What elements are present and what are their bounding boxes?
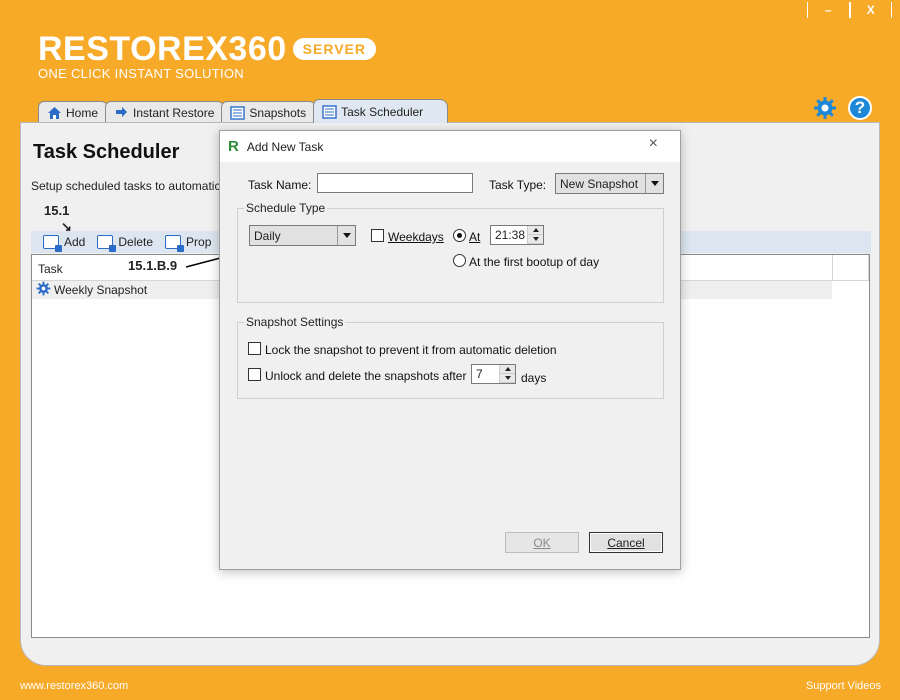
first-bootup-radio[interactable] [453, 254, 466, 267]
tab-snapshots[interactable]: Snapshots [221, 101, 318, 123]
add-new-task-dialog: R Add New Task × Task Name: Task Type: N… [219, 130, 681, 570]
settings-gear-icon[interactable] [813, 96, 837, 120]
delete-task-icon [97, 235, 117, 252]
window-controls: – X [807, 2, 892, 18]
weekdays-checkbox[interactable] [371, 229, 384, 242]
chevron-down-icon [645, 174, 663, 193]
app-r-logo-icon: R [228, 138, 239, 155]
first-bootup-label: At the first bootup of day [469, 255, 600, 269]
app-window: – X RESTOREX360 SERVER ONE CLICK INSTANT… [0, 0, 900, 700]
page-description: Setup scheduled tasks to automatically [31, 179, 239, 193]
lock-snapshot-label: Lock the snapshot to prevent it from aut… [265, 343, 557, 357]
logo-badge: SERVER [292, 38, 376, 60]
footer-website: www.restorex360.com [20, 680, 129, 692]
instant-restore-icon [114, 106, 129, 120]
spin-down-icon[interactable] [528, 235, 543, 244]
add-task-icon [43, 235, 62, 252]
home-icon [47, 106, 62, 120]
snapshot-settings-title: Snapshot Settings [244, 315, 346, 329]
tab-task-scheduler[interactable]: Task Scheduler [313, 99, 449, 123]
schedule-type-group: Schedule Type Daily Weekdays At 21:38 At… [237, 201, 664, 303]
task-type-select[interactable]: New Snapshot [555, 173, 664, 194]
add-label: Add [64, 235, 86, 249]
chevron-down-icon [337, 226, 355, 245]
unlock-delete-label: Unlock and delete the snapshots after [265, 369, 467, 383]
tab-label: Home [66, 105, 99, 120]
cancel-button[interactable]: Cancel [589, 532, 663, 553]
delete-label: Delete [118, 235, 154, 249]
days-value: 7 [476, 367, 483, 381]
app-logo: RESTOREX360 SERVER ONE CLICK INSTANT SOL… [38, 32, 376, 81]
at-radio[interactable] [453, 229, 466, 242]
at-label: At [469, 230, 481, 244]
task-type-value: New Snapshot [560, 176, 639, 191]
properties-icon [165, 235, 185, 252]
annotation-add-label: 15.1 [44, 203, 70, 218]
spin-up-icon[interactable] [500, 365, 515, 374]
delete-button[interactable]: Delete [97, 235, 154, 252]
column-header-extra[interactable] [833, 255, 869, 280]
logo-text: RESTOREX360 [38, 30, 287, 68]
gear-icon [36, 281, 51, 299]
main-tabs: Home Instant Restore Snapshots Task Sche… [38, 99, 449, 123]
at-time-spinner[interactable]: 21:38 [490, 225, 544, 245]
dialog-titlebar: R Add New Task [220, 131, 680, 162]
snapshots-icon [230, 105, 246, 120]
task-type-label: Task Type: [489, 178, 547, 192]
spin-down-icon[interactable] [500, 374, 515, 383]
tab-instant-restore[interactable]: Instant Restore [105, 101, 226, 123]
support-videos-link[interactable]: Support Videos [806, 680, 881, 692]
properties-button[interactable]: Prop [165, 235, 212, 252]
days-spinner[interactable]: 7 [471, 364, 516, 384]
logo-tagline: ONE CLICK INSTANT SOLUTION [38, 66, 244, 81]
properties-label: Prop [186, 235, 212, 249]
task-name-input[interactable] [317, 173, 473, 193]
schedule-frequency-select[interactable]: Daily [249, 225, 356, 246]
at-time-value: 21:38 [495, 228, 526, 242]
schedule-frequency-value: Daily [254, 228, 281, 243]
dialog-title: Add New Task [246, 139, 324, 154]
add-button[interactable]: Add [43, 235, 86, 252]
schedule-type-title: Schedule Type [244, 201, 328, 215]
tab-home[interactable]: Home [38, 101, 110, 123]
days-label: days [521, 371, 547, 385]
minimize-button[interactable]: – [807, 2, 850, 18]
annotation-dropdown-label: 15.1.B.9 [128, 258, 178, 273]
tab-label: Instant Restore [133, 105, 215, 120]
weekdays-label: Weekdays [388, 230, 444, 244]
tab-label: Snapshots [249, 105, 307, 120]
snapshot-settings-group: Snapshot Settings Lock the snapshot to p… [237, 315, 664, 399]
row-label: Weekly Snapshot [54, 283, 148, 297]
help-icon[interactable]: ? [848, 96, 872, 120]
spin-up-icon[interactable] [528, 226, 543, 235]
dialog-close-icon[interactable]: × [649, 135, 658, 153]
page-title: Task Scheduler [33, 141, 180, 163]
tab-label: Task Scheduler [341, 104, 424, 119]
task-name-label: Task Name: [248, 178, 312, 192]
task-scheduler-icon [322, 104, 337, 119]
ok-button[interactable]: OK [505, 532, 579, 553]
lock-snapshot-checkbox[interactable] [248, 342, 261, 355]
unlock-delete-checkbox[interactable] [248, 368, 261, 381]
close-window-button[interactable]: X [849, 2, 892, 18]
